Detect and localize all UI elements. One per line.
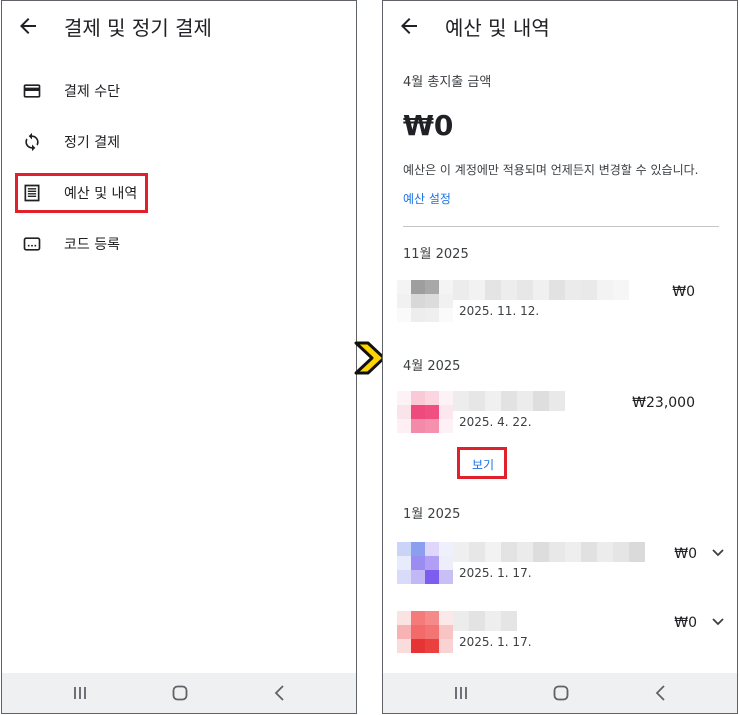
chevron-down-icon[interactable] — [711, 617, 725, 627]
total-spend-amount: ₩0 — [403, 109, 454, 142]
transaction-row[interactable]: 2025. 1. 17. ₩0 — [383, 611, 737, 671]
chevron-down-icon[interactable] — [711, 548, 725, 558]
app-thumbnail — [397, 391, 453, 435]
app-name-blurred — [453, 391, 565, 411]
total-spend-label: 4월 총지출 금액 — [403, 75, 492, 90]
redeem-code-icon — [23, 237, 41, 251]
month-header: 11월 2025 — [403, 247, 469, 262]
view-receipt-button[interactable]: 보기 — [457, 447, 507, 479]
back-nav-icon[interactable] — [651, 683, 671, 703]
system-navigation-bar — [2, 673, 356, 713]
app-name-blurred — [453, 611, 521, 631]
sync-icon — [25, 132, 39, 152]
transaction-date: 2025. 4. 22. — [459, 415, 532, 429]
month-header: 4월 2025 — [403, 359, 461, 374]
menu-item-label: 정기 결제 — [64, 135, 120, 151]
menu-item-label: 결제 수단 — [64, 84, 120, 100]
transaction-date: 2025. 1. 17. — [459, 635, 532, 649]
home-icon[interactable] — [551, 683, 571, 703]
recent-apps-icon[interactable] — [451, 683, 471, 703]
system-navigation-bar — [383, 673, 737, 713]
menu-item-label: 코드 등록 — [64, 237, 120, 253]
transaction-date: 2025. 11. 12. — [459, 304, 540, 318]
transaction-date: 2025. 1. 17. — [459, 566, 532, 580]
app-thumbnail — [397, 611, 453, 655]
menu-item-subscriptions[interactable]: 정기 결제 — [2, 122, 356, 162]
back-nav-icon[interactable] — [270, 683, 290, 703]
transaction-row[interactable]: 2025. 4. 22. ₩23,000 보기 — [383, 391, 737, 483]
payments-subscriptions-screen: 결제 및 정기 결제 결제 수단 정기 결제 예산 및 내역 코드 등록 — [1, 0, 357, 714]
app-name-blurred — [453, 280, 629, 300]
recent-apps-icon[interactable] — [70, 683, 90, 703]
home-icon[interactable] — [170, 683, 190, 703]
app-thumbnail — [397, 280, 453, 324]
view-button-label: 보기 — [472, 458, 495, 472]
page-title: 예산 및 내역 — [445, 16, 550, 40]
credit-card-icon — [23, 84, 41, 98]
app-name-blurred — [453, 542, 645, 562]
menu-item-redeem-code[interactable]: 코드 등록 — [2, 224, 356, 264]
budget-history-screen: 예산 및 내역 4월 총지출 금액 ₩0 예산은 이 계정에만 적용되며 언제든… — [382, 0, 738, 714]
budget-note: 예산은 이 계정에만 적용되며 언제든지 변경할 수 있습니다. — [403, 163, 699, 177]
month-header: 1월 2025 — [403, 507, 461, 522]
menu-item-payment-methods[interactable]: 결제 수단 — [2, 71, 356, 111]
transaction-amount: ₩0 — [674, 546, 697, 562]
back-arrow-icon[interactable] — [397, 14, 421, 38]
divider — [403, 226, 719, 227]
page-title: 결제 및 정기 결제 — [64, 16, 212, 40]
app-thumbnail — [397, 542, 453, 586]
transaction-amount: ₩0 — [672, 284, 695, 300]
highlight-box — [15, 173, 148, 213]
back-arrow-icon[interactable] — [16, 14, 40, 38]
app-bar: 예산 및 내역 — [383, 1, 737, 53]
transaction-row[interactable]: 2025. 1. 17. ₩0 — [383, 542, 737, 602]
transaction-row[interactable]: 2025. 11. 12. ₩0 — [383, 280, 737, 340]
set-budget-link[interactable]: 예산 설정 — [403, 190, 451, 207]
transaction-amount: ₩0 — [674, 615, 697, 631]
app-bar: 결제 및 정기 결제 — [2, 1, 356, 53]
transaction-amount: ₩23,000 — [632, 395, 695, 411]
